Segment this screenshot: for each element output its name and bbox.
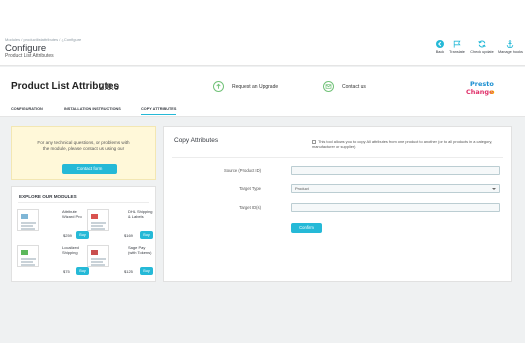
- module-card-price: $259: [63, 233, 72, 238]
- upgrade-icon[interactable]: [213, 81, 224, 92]
- target-ids-label: Target ID(s): [239, 205, 261, 210]
- back-icon: [436, 40, 444, 48]
- toolbar-manage-hooks-button[interactable]: Manage hooks: [498, 40, 523, 54]
- svg-text:o: o: [490, 88, 495, 96]
- module-thumbnail: [87, 209, 109, 231]
- toolbar-translate-button[interactable]: Translate: [445, 40, 469, 54]
- copy-all-checkbox[interactable]: [312, 139, 316, 144]
- module-card-name[interactable]: DHL Shipping & Labels: [128, 209, 154, 219]
- target-type-label: Target Type: [239, 186, 261, 191]
- tab-configuration[interactable]: CONFIGURATION: [11, 107, 43, 111]
- contact-form-button[interactable]: Contact form: [62, 164, 117, 174]
- confirm-button[interactable]: Confirm: [291, 223, 322, 233]
- tab-installation-instructions[interactable]: INSTALLATION INSTRUCTIONS: [64, 107, 121, 111]
- module-tabs: CONFIGURATION INSTALLATION INSTRUCTIONS …: [0, 102, 525, 116]
- copy-attributes-description-text: This tool allows you to copy All attribu…: [312, 139, 493, 150]
- toolbar-translate-label: Translate: [449, 50, 465, 54]
- module-thumbnail: [17, 209, 39, 231]
- target-type-value: Product: [295, 186, 309, 191]
- module-card[interactable]: Sage Pay (with Tokens) $125 Buy: [85, 243, 153, 277]
- module-card[interactable]: Attribute Wizard Pro $259 Buy: [15, 207, 89, 241]
- divider: [18, 202, 149, 203]
- mail-icon[interactable]: [323, 81, 334, 92]
- chevron-down-icon: [492, 188, 496, 190]
- module-card-price: $125: [124, 269, 133, 274]
- copy-attributes-title: Copy Attributes: [174, 137, 219, 144]
- contact-us-link[interactable]: Contact us: [342, 84, 366, 90]
- module-card[interactable]: Localized Shipping $75 Buy: [15, 243, 89, 277]
- module-buy-button[interactable]: Buy: [140, 231, 153, 239]
- divider: [172, 157, 503, 158]
- anchor-icon: [506, 40, 514, 48]
- copy-attributes-description: This tool allows you to copy All attribu…: [312, 139, 507, 150]
- page-header: Modules / productlistattributes / ¿Confi…: [0, 0, 525, 66]
- source-product-id-input[interactable]: [291, 166, 500, 175]
- explore-modules-panel: EXPLORE OUR MODULES Attribute Wizard Pro…: [11, 186, 156, 282]
- refresh-icon: [478, 40, 486, 48]
- svg-text:Presto: Presto: [470, 80, 494, 88]
- presto-changeo-logo: Presto Change o: [466, 80, 495, 96]
- toolbar-check-update-label: Check update: [470, 50, 494, 54]
- module-thumbnail: [87, 245, 109, 267]
- explore-modules-title: EXPLORE OUR MODULES: [19, 194, 77, 199]
- target-type-select[interactable]: Product: [291, 184, 500, 193]
- tab-copy-attributes[interactable]: COPY ATTRIBUTES: [141, 107, 177, 115]
- toolbar-manage-hooks-label: Manage hooks: [498, 50, 523, 54]
- module-card-name[interactable]: Sage Pay (with Tokens): [128, 245, 154, 255]
- breadcrumb: Modules / productlistattributes / ¿Confi…: [5, 37, 82, 42]
- copy-attributes-panel: Copy Attributes This tool allows you to …: [163, 126, 512, 282]
- page-subtitle: Product List Attributes: [5, 53, 54, 59]
- source-product-id-label: Source (Product ID): [223, 168, 261, 173]
- module-card-price: $75: [63, 269, 70, 274]
- module-version: 2.0.0: [99, 82, 120, 92]
- module-buy-button[interactable]: Buy: [140, 267, 153, 275]
- request-upgrade-link[interactable]: Request an Upgrade: [232, 84, 278, 90]
- module-banner: Product List Attributes 2.0.0 Request an…: [0, 67, 525, 117]
- toolbar-check-update-button[interactable]: Check update: [470, 40, 494, 54]
- support-text: For any technical questions, or problems…: [37, 140, 130, 152]
- module-card[interactable]: DHL Shipping & Labels $169 Buy: [85, 207, 153, 241]
- support-box: For any technical questions, or problems…: [11, 126, 156, 180]
- module-thumbnail: [17, 245, 39, 267]
- module-card-price: $169: [124, 233, 133, 238]
- target-ids-input[interactable]: [291, 203, 500, 212]
- flag-icon: [453, 40, 461, 48]
